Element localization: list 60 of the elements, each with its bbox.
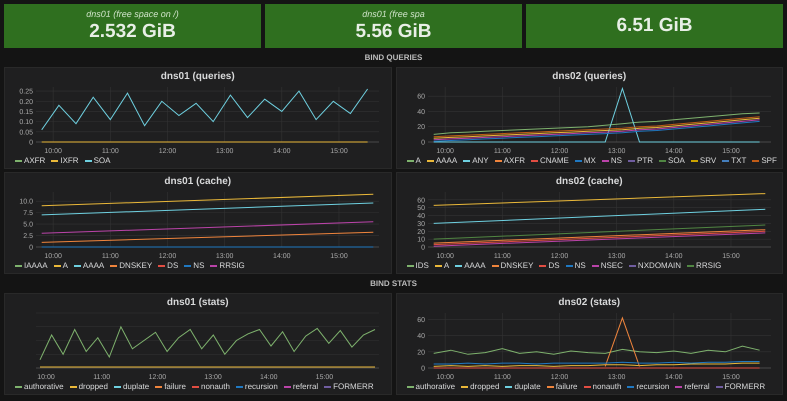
legend-label: recursion — [636, 382, 670, 391]
legend-label: SPF — [761, 156, 777, 165]
legend-label: RRSIG — [219, 261, 245, 270]
legend-label: A — [62, 261, 68, 270]
legend-label: IXFR — [60, 156, 79, 165]
legend-label: MX — [584, 156, 596, 165]
legend-label: CNAME — [540, 156, 569, 165]
stat-value: 6.51 GiB — [616, 15, 693, 37]
legend-label: dropped — [78, 382, 108, 391]
legend-label: SOA — [668, 156, 685, 165]
legend-label: IDS — [416, 261, 429, 270]
legend-label: AAAA — [82, 261, 104, 270]
legend-label: nonauth — [201, 382, 230, 391]
chart-title: dns01 (cache) — [164, 176, 232, 187]
legend-label: FORMERR — [333, 382, 374, 391]
stat-value: 2.532 GiB — [89, 21, 176, 43]
legend-label: A — [416, 156, 421, 165]
legend-label: dropped — [470, 382, 500, 391]
section-title: BIND QUERIES — [364, 52, 424, 64]
legend-label: failure — [164, 382, 186, 391]
legend-label: DNSKEY — [119, 261, 152, 270]
legend-label: recursion — [244, 382, 278, 391]
chart-title: dns02 (queries) — [552, 71, 626, 82]
legend-label: AAAA — [464, 261, 486, 270]
chart-title: dns02 (cache) — [556, 176, 623, 187]
legend-label: NS — [610, 156, 622, 165]
legend-label: NSEC — [600, 261, 623, 270]
chart-title: dns01 (queries) — [160, 71, 235, 82]
legend-label: referral — [684, 382, 710, 391]
legend-label: NS — [193, 261, 204, 270]
legend-label: authorative — [416, 382, 456, 391]
legend-label: DS — [167, 261, 178, 270]
chart-title: dns01 (stats) — [166, 297, 229, 308]
legend-label: ANY — [472, 156, 489, 165]
legend-label: AXFR — [504, 156, 525, 165]
legend-label: NS — [574, 261, 586, 270]
legend-label: DNSKEY — [500, 261, 534, 270]
legend-label: PTR — [637, 156, 653, 165]
legend-label: AXFR — [24, 156, 46, 165]
stat-title: dns01 (free space on /) — [86, 9, 179, 19]
chart-title: dns02 (stats) — [558, 297, 620, 308]
stat-title: dns01 (free spa — [362, 9, 425, 19]
legend-label: DS — [548, 261, 560, 270]
legend-label: AAAA — [436, 156, 458, 165]
stat-value: 5.56 GiB — [355, 21, 432, 43]
section-title: BIND STATS — [369, 278, 418, 290]
legend-label: duplate — [514, 382, 541, 391]
legend-label: FORMERR — [724, 382, 766, 391]
legend-label: referral — [292, 382, 318, 391]
legend-label: SOA — [94, 156, 110, 165]
legend-label: authorative — [24, 382, 64, 391]
legend-label: IAAAA — [24, 261, 48, 270]
legend-label: NXDOMAIN — [638, 261, 682, 270]
legend-label: duplate — [122, 382, 150, 391]
legend-label: A — [444, 261, 450, 270]
legend-label: failure — [556, 382, 578, 391]
legend-label: TXT — [731, 156, 746, 165]
legend-label: RRSIG — [696, 261, 722, 270]
legend-label: nonauth — [592, 382, 622, 391]
legend-label: SRV — [700, 156, 716, 165]
